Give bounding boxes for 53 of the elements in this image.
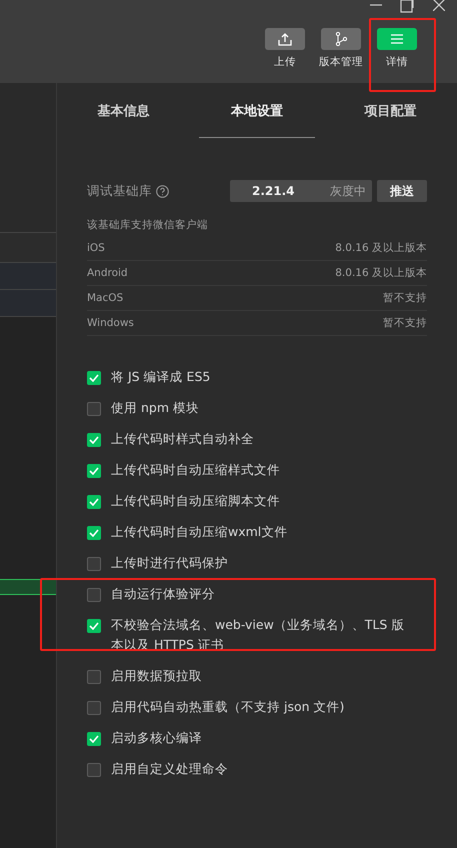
option-label: 上传代码时自动压缩样式文件 — [111, 461, 280, 479]
checkbox[interactable] — [87, 371, 101, 385]
option-label: 自动运行体验评分 — [111, 585, 215, 603]
checkbox[interactable] — [87, 433, 101, 447]
platform-support: 暂不支持 — [383, 291, 427, 305]
option-label: 使用 npm 模块 — [111, 399, 199, 417]
checkbox[interactable] — [87, 701, 101, 715]
tab[interactable]: 项目配置 — [324, 83, 457, 138]
menu-icon — [391, 34, 403, 44]
toolbar-button[interactable]: 版本管理 — [319, 28, 363, 69]
branch-icon — [335, 32, 347, 46]
checkbox[interactable] — [87, 670, 101, 684]
platform-support: 8.0.16 及以上版本 — [335, 266, 427, 280]
checkbox[interactable] — [87, 588, 101, 602]
checkbox[interactable] — [87, 763, 101, 777]
checkbox[interactable] — [87, 732, 101, 746]
version-text: 2.21.4 — [252, 184, 295, 198]
support-title: 该基础库支持微信客户端 — [87, 218, 209, 233]
option-label: 将 JS 编译成 ES5 — [111, 368, 210, 386]
maximize-icon[interactable] — [400, 0, 415, 13]
tab[interactable]: 基本信息 — [57, 83, 190, 138]
platform-support: 8.0.16 及以上版本 — [335, 241, 427, 255]
checkbox[interactable] — [87, 402, 101, 416]
close-icon[interactable] — [433, 0, 445, 11]
tab[interactable]: 本地设置 — [190, 83, 324, 138]
push-button[interactable]: 推送 — [377, 180, 427, 202]
upload-icon — [278, 32, 292, 46]
checkbox[interactable] — [87, 526, 101, 540]
version-selector[interactable]: 2.21.4 灰度中 — [230, 180, 372, 202]
platform-support: 暂不支持 — [383, 316, 427, 330]
option-label: 启动多核心编译 — [111, 729, 202, 747]
minimize-icon[interactable] — [370, 4, 382, 6]
platform-name: Android — [87, 267, 128, 279]
checkbox[interactable] — [87, 495, 101, 509]
checkbox[interactable] — [87, 619, 101, 633]
checkbox[interactable] — [87, 464, 101, 478]
option-label: 启用数据预拉取 — [111, 667, 202, 685]
platform-name: iOS — [87, 242, 105, 254]
help-icon[interactable] — [156, 184, 169, 198]
platform-name: Windows — [87, 317, 134, 329]
option-label: 启用代码自动热重载（不支持 json 文件) — [111, 698, 344, 716]
platform-name: MacOS — [87, 292, 124, 304]
checkbox[interactable] — [87, 557, 101, 571]
option-label: 上传代码时自动压缩脚本文件 — [111, 492, 280, 510]
option-label: 上传代码时自动压缩wxml文件 — [111, 523, 288, 541]
version-status: 灰度中 — [330, 182, 366, 200]
option-label: 上传代码时样式自动补全 — [111, 430, 254, 448]
library-label: 调试基础库 — [87, 182, 152, 200]
toolbar-button[interactable]: 详情 — [375, 28, 419, 69]
option-label: 启用自定义处理命令 — [111, 760, 228, 778]
option-label: 上传时进行代码保护 — [111, 554, 228, 572]
highlighted-row[interactable] — [0, 579, 56, 595]
toolbar-button[interactable]: 上传 — [263, 28, 307, 69]
